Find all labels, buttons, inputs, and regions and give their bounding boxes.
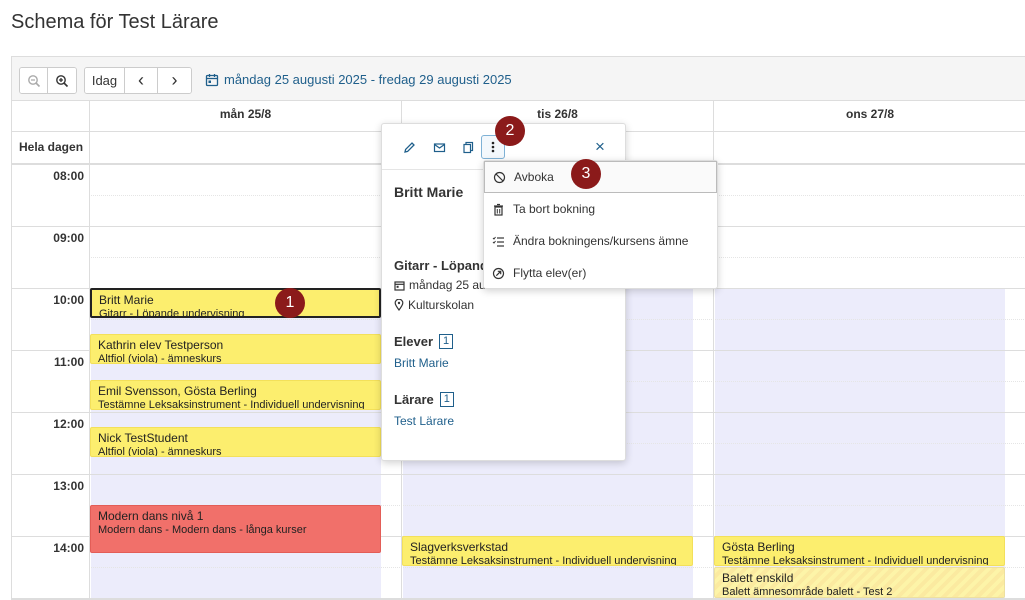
- menu-item-label: Ändra bokningens/kursens ämne: [513, 234, 689, 248]
- teacher-link[interactable]: Test Lärare: [394, 414, 454, 428]
- allday-cell-wed[interactable]: [713, 132, 1025, 164]
- event-title: Slagverksverkstad: [410, 540, 509, 554]
- step-marker-1: 1: [275, 288, 305, 318]
- hour-line: [12, 598, 1025, 599]
- hour-line: [12, 474, 1025, 475]
- popup-date: måndag 25 au: [394, 278, 486, 292]
- hour-label: 11:00: [53, 355, 84, 369]
- hour-label: 09:00: [53, 231, 84, 245]
- popup-student-name: Britt Marie: [394, 184, 464, 200]
- event-title: Kathrin elev Testperson: [98, 338, 224, 352]
- popup-teachers-section: Lärare 1: [394, 392, 454, 407]
- student-link[interactable]: Britt Marie: [394, 356, 449, 370]
- zoom-in-button[interactable]: [48, 68, 76, 93]
- date-range-text: måndag 25 augusti 2025 - fredag 29 augus…: [224, 72, 512, 87]
- menu-item-label: Avboka: [514, 170, 554, 184]
- chevron-right-icon: ›: [171, 70, 178, 90]
- zoom-out-button[interactable]: [20, 68, 48, 93]
- event-modern-dans[interactable]: Modern dans nivå 1 Modern dans - Modern …: [90, 505, 381, 553]
- event-title: Nick TestStudent: [98, 431, 188, 445]
- popup-date-text: måndag 25 au: [409, 278, 486, 292]
- event-title: Modern dans nivå 1: [98, 509, 204, 523]
- close-popup-button[interactable]: ×: [588, 135, 612, 159]
- step-marker-2: 2: [495, 116, 525, 146]
- nav-group: Idag ‹ ›: [84, 67, 192, 94]
- event-britt-marie[interactable]: Britt Marie Gitarr - Löpande undervisnin…: [90, 288, 381, 318]
- teachers-count-badge: 1: [439, 392, 454, 407]
- event-subtitle: Balett ämnesområde balett - Test 2: [722, 586, 893, 598]
- mail-icon: [433, 142, 445, 152]
- event-emil-gosta[interactable]: Emil Svensson, Gösta Berling Testämne Le…: [90, 380, 381, 410]
- prev-week-button[interactable]: ‹: [125, 68, 158, 93]
- students-label: Elever: [394, 334, 434, 349]
- day-header-wed: ons 27/8: [713, 101, 1025, 132]
- event-title: Emil Svensson, Gösta Berling: [98, 384, 257, 398]
- popup-course: Gitarr - Löpande: [394, 258, 496, 273]
- calendar-toolbar: Idag ‹ › måndag 25 augusti 2025 - fredag…: [12, 57, 1025, 101]
- next-week-button[interactable]: ›: [158, 68, 191, 93]
- event-subtitle: Testämne Leksaksinstrument - Individuell…: [722, 555, 989, 566]
- zoom-group: [19, 67, 77, 94]
- event-subtitle: Testämne Leksaksinstrument - Individuell…: [98, 399, 365, 410]
- event-balett-enskild[interactable]: Balett enskild Balett ämnesområde balett…: [714, 567, 1005, 598]
- popup-location: Kulturskolan: [394, 298, 474, 312]
- event-subtitle: Altfiol (viola) - ämneskurs: [98, 446, 222, 457]
- hour-label: 12:00: [53, 417, 84, 431]
- event-title: Gösta Berling: [722, 540, 795, 554]
- copy-icon: [462, 141, 473, 153]
- today-button[interactable]: Idag: [85, 68, 125, 93]
- booking-actions-menu: Avboka Ta bort bokning Ändra bokningens/…: [483, 160, 718, 289]
- students-count-badge: 1: [439, 334, 454, 349]
- calendar-icon: [394, 280, 405, 291]
- teachers-label: Lärare: [394, 392, 434, 407]
- location-pin-icon: [394, 299, 404, 311]
- calendar-icon: [205, 73, 219, 86]
- step-marker-3: 3: [571, 159, 601, 189]
- menu-item-delete-booking[interactable]: Ta bort bokning: [484, 193, 717, 225]
- event-title: Britt Marie: [99, 293, 154, 307]
- event-nick[interactable]: Nick TestStudent Altfiol (viola) - ämnes…: [90, 427, 381, 457]
- header-corner: [12, 101, 89, 132]
- event-subtitle: Testämne Leksaksinstrument - Individuell…: [410, 555, 677, 566]
- event-subtitle: Gitarr - Löpande undervisning: [99, 308, 245, 318]
- popup-location-text: Kulturskolan: [408, 298, 475, 312]
- pencil-icon: [403, 141, 415, 153]
- cancel-icon: [493, 171, 506, 183]
- event-gosta-berling[interactable]: Gösta Berling Testämne Leksaksinstrument…: [714, 536, 1005, 566]
- zoom-out-icon: [27, 74, 40, 87]
- chevron-left-icon: ‹: [138, 70, 144, 90]
- allday-cell-mon[interactable]: [89, 132, 401, 164]
- kebab-menu-icon: [491, 141, 495, 153]
- event-kathrin[interactable]: Kathrin elev Testperson Altfiol (viola) …: [90, 334, 381, 364]
- event-slagverksverkstad[interactable]: Slagverksverkstad Testämne Leksaksinstru…: [402, 536, 693, 566]
- event-subtitle: Modern dans - Modern dans - långa kurser: [98, 524, 307, 536]
- hour-label: 14:00: [53, 541, 84, 555]
- date-range-picker[interactable]: måndag 25 augusti 2025 - fredag 29 augus…: [205, 72, 512, 87]
- menu-item-change-subject[interactable]: Ändra bokningens/kursens ämne: [484, 225, 717, 257]
- event-title: Balett enskild: [722, 571, 794, 585]
- menu-item-label: Ta bort bokning: [513, 202, 596, 216]
- list-check-icon: [492, 236, 504, 247]
- move-icon: [492, 267, 505, 279]
- hour-label: 13:00: [53, 479, 84, 493]
- email-button[interactable]: [427, 135, 451, 159]
- event-subtitle: Altfiol (viola) - ämneskurs: [98, 353, 222, 364]
- edit-button[interactable]: [397, 135, 421, 159]
- copy-button[interactable]: [456, 135, 480, 159]
- page-title: Schema för Test Lärare: [11, 11, 219, 33]
- popup-students-section: Elever 1: [394, 334, 454, 349]
- trash-icon: [494, 203, 503, 216]
- allday-label: Hela dagen: [12, 132, 89, 164]
- menu-item-label: Flytta elev(er): [513, 266, 587, 280]
- close-icon: ×: [595, 137, 605, 156]
- day-header-mon: mån 25/8: [89, 101, 401, 132]
- hour-label: 08:00: [53, 169, 84, 183]
- menu-item-move-students[interactable]: Flytta elev(er): [484, 257, 717, 289]
- zoom-in-icon: [56, 74, 69, 87]
- hour-label: 10:00: [53, 293, 84, 307]
